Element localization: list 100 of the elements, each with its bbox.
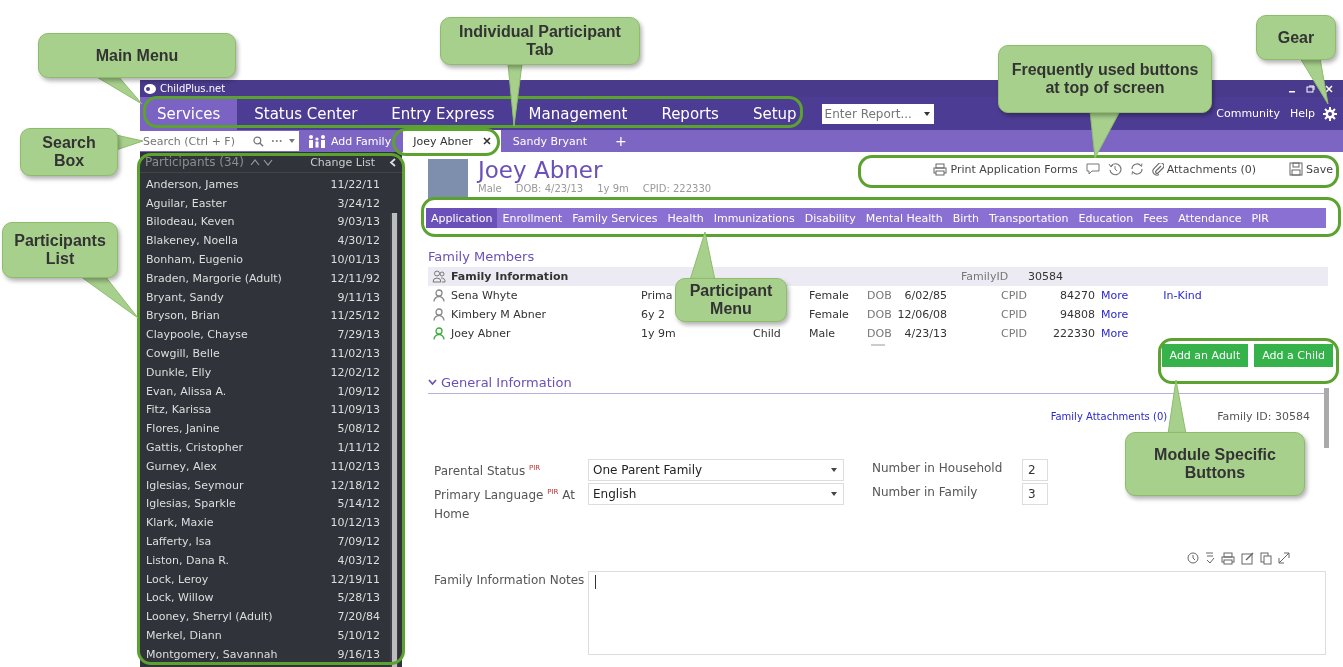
close-icon[interactable]	[482, 137, 491, 145]
participant-row[interactable]: Looney, Sherryl (Adult) 7/20/84	[140, 607, 390, 627]
member-name: Kimbery M Abner	[450, 308, 548, 321]
birth-date: 12/19/11	[330, 572, 380, 586]
participant-row[interactable]: Iglesias, Sparkle 5/14/12	[140, 494, 390, 514]
edit-icon[interactable]	[1241, 552, 1254, 565]
participant-menu-tab[interactable]: Birth	[947, 208, 985, 228]
copy-icon[interactable]	[1260, 552, 1272, 565]
participant-row[interactable]: Iglesias, Seymour 12/18/12	[140, 475, 390, 495]
chat-icon[interactable]	[1085, 163, 1100, 175]
change-list-link[interactable]: Change List	[310, 155, 375, 169]
participant-row[interactable]: Evan, Alissa A. 1/09/12	[140, 381, 390, 401]
top-link[interactable]: Help	[1284, 97, 1320, 130]
participant-row[interactable]: Klark, Maxie 10/12/13	[140, 513, 390, 533]
participant-row[interactable]: Anderson, James 11/22/11	[140, 175, 390, 194]
participant-row[interactable]: Bryson, Brian 11/25/12	[140, 306, 390, 326]
notes-field[interactable]	[587, 571, 1326, 655]
participant-menu-tab[interactable]: Family Services	[567, 208, 663, 228]
participant-row[interactable]: Braden, Margorie (Adult) 12/11/92	[140, 269, 390, 288]
participant-row[interactable]: Lock, Leroy 12/19/11	[140, 569, 390, 589]
participant-name: Bilodeau, Keven	[146, 215, 235, 229]
main-menu-tab[interactable]: Status Center	[237, 97, 375, 130]
participant-menu-tab[interactable]: Application	[426, 208, 498, 228]
participant-row[interactable]: Fitz, Karissa 11/09/13	[140, 400, 390, 420]
participant-row[interactable]: Claypoole, Chayse 7/29/13	[140, 325, 390, 345]
participant-tab[interactable]: Joey Abner	[403, 130, 501, 152]
participant-menu-tab[interactable]: Education	[1073, 208, 1139, 228]
participant-row[interactable]: Lafferty, Isa 7/09/12	[140, 532, 390, 551]
save-button[interactable]: Save	[1289, 162, 1333, 176]
collapse-icon[interactable]	[389, 157, 396, 167]
restore-icon[interactable]	[1306, 84, 1315, 93]
participant-row[interactable]: Lock, Willow 5/28/13	[140, 588, 390, 608]
clock-icon[interactable]	[1187, 552, 1199, 564]
top-link[interactable]: Community	[1211, 97, 1285, 130]
history-icon[interactable]	[1107, 162, 1122, 176]
more-link[interactable]: More	[1101, 327, 1129, 340]
participant-menu-tab[interactable]: Mental Health	[860, 208, 948, 228]
printer-icon[interactable]	[1221, 552, 1235, 565]
participant-tab[interactable]: Sandy Bryant	[504, 130, 598, 152]
family-attachments-link[interactable]: Family Attachments (0)	[1050, 410, 1168, 423]
tab-label[interactable]: Joey Abner	[413, 134, 473, 148]
attachments-button[interactable]: Attachments (0)	[1151, 162, 1256, 176]
participant-row[interactable]: Merkel, Diann 5/10/12	[140, 626, 390, 645]
participant-menu-tab[interactable]: Transportation	[984, 208, 1074, 228]
participant-row[interactable]: Cowgill, Belle 11/02/13	[140, 344, 390, 363]
spellcheck-icon[interactable]	[1205, 552, 1215, 564]
callout: Individual Participant Tab	[440, 17, 640, 65]
scrollbar-thumb[interactable]	[391, 213, 397, 667]
participant-menu-tab[interactable]: PIR	[1246, 208, 1274, 228]
participant-row[interactable]: Flores, Janine 5/08/12	[140, 419, 390, 439]
birth-date: 12/11/92	[330, 271, 380, 285]
print-forms-button[interactable]: Print Application Forms	[933, 162, 1078, 176]
participant-menu-tab[interactable]: Health	[662, 208, 709, 228]
participant-row[interactable]: Liston, Dana R. 4/03/12	[140, 550, 390, 570]
in-kind-link[interactable]: In-Kind	[1163, 289, 1202, 302]
dropdown-field[interactable]: One Parent Family	[588, 459, 844, 481]
search-icon[interactable]	[253, 135, 264, 147]
participant-row[interactable]: Bryant, Sandy 9/11/13	[140, 287, 390, 307]
age-text: 1y 9m	[597, 183, 629, 194]
settings-icon[interactable]	[1323, 106, 1337, 121]
participant-row[interactable]: Bilodeau, Keven 9/03/13	[140, 212, 390, 232]
main-menu-tab[interactable]: Setup	[735, 97, 814, 130]
sort-icon[interactable]	[249, 158, 274, 166]
participant-row[interactable]: Aguilar, Easter 3/24/12	[140, 193, 390, 213]
number-field[interactable]: 2	[1022, 459, 1048, 481]
caret-icon[interactable]	[923, 111, 930, 116]
tab-label[interactable]: Sandy Bryant	[512, 134, 588, 148]
search-box[interactable]: Search (Ctrl + F)	[140, 131, 299, 151]
birth-date: 4/03/12	[337, 553, 380, 567]
birth-date: 11/02/13	[330, 347, 380, 361]
refresh-icon[interactable]	[1129, 162, 1144, 176]
participant-menu-tab[interactable]: Attendance	[1173, 208, 1247, 228]
new-tab-button[interactable]: +	[615, 133, 627, 149]
participant-menu-tab[interactable]: Enrollment	[497, 208, 568, 228]
caret-icon[interactable]	[831, 492, 837, 496]
participant-menu-tab[interactable]: Fees	[1138, 208, 1174, 228]
participant-menu-tab[interactable]: Immunizations	[708, 208, 800, 228]
participant-row[interactable]: Dunkle, Elly 12/02/12	[140, 362, 390, 382]
report-dropdown[interactable]: Enter Report...	[821, 103, 934, 124]
participant-row[interactable]: Gattis, Cristopher 1/11/12	[140, 438, 390, 457]
number-field[interactable]: 3	[1022, 483, 1048, 505]
main-menu-tab[interactable]: Reports	[644, 97, 736, 130]
participant-row[interactable]: Bonham, Eugenio 10/01/13	[140, 250, 390, 269]
birth-date: 1/11/12	[337, 441, 380, 455]
table-cell: 6y 2	[641, 308, 665, 321]
participant-row[interactable]: Gurney, Alex 11/02/13	[140, 456, 390, 476]
add-family-button[interactable]: Add Family	[307, 134, 404, 148]
more-icon[interactable]	[270, 139, 283, 143]
participant-row[interactable]: Blakeney, Noella 4/30/12	[140, 231, 390, 251]
participant-menu-tab[interactable]: Disability	[799, 208, 861, 228]
expand-icon[interactable]	[1278, 552, 1290, 564]
more-link[interactable]: More	[1101, 289, 1129, 302]
chevron-icon[interactable]	[428, 379, 437, 386]
birth-date: 11/22/11	[330, 177, 380, 191]
dropdown-field[interactable]: English	[588, 483, 844, 505]
participant-name: Lock, Leroy	[146, 572, 209, 586]
scrollbar-thumb[interactable]	[1324, 388, 1329, 448]
more-link[interactable]: More	[1101, 308, 1129, 321]
participant-row[interactable]: Montgomery, Savannah 9/16/13	[140, 644, 390, 664]
caret-icon[interactable]	[831, 468, 837, 472]
